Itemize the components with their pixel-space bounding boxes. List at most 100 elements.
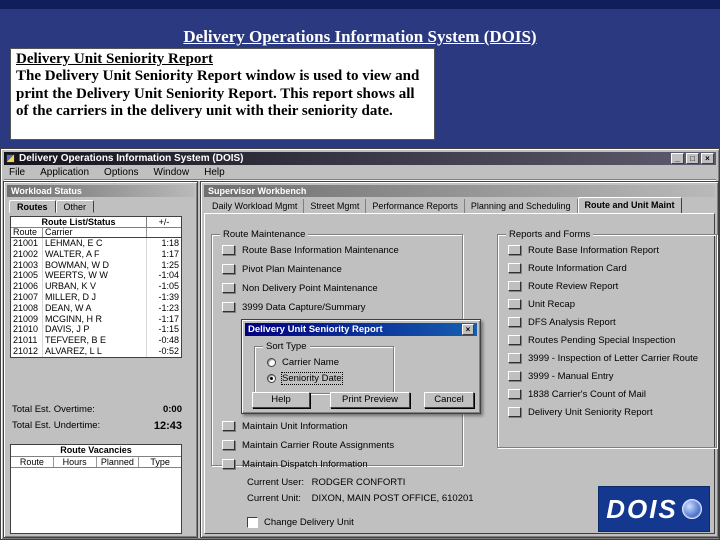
workload-tab[interactable]: Other [55,200,95,213]
item-button-icon[interactable] [222,283,235,293]
item-button-icon[interactable] [508,371,521,381]
workbench-tab[interactable]: Daily Workload Mgmt [206,199,305,214]
menu-item[interactable]: Help [204,167,225,178]
route-list-header-label[interactable]: Route List/Status [11,217,147,227]
workbench-item[interactable]: 1838 Carrier's Count of Mail [508,389,710,400]
menu-item[interactable]: Application [40,167,89,178]
dois-logo-text: DOIS [606,493,678,524]
cancel-button[interactable]: Cancel [424,392,474,408]
dialog-close-icon[interactable]: × [462,324,474,335]
route-row[interactable]: 21003 BOWMAN, W D 1:25 [11,259,181,271]
item-button-icon[interactable] [508,263,521,273]
carrier-name: LEHMAN, E C [43,238,147,249]
route-row[interactable]: 21002 WALTER, A F 1:17 [11,248,181,260]
route-maintenance-items: Route Base Information Maintenance Pivot… [212,245,462,321]
app-titlebar[interactable]: Delivery Operations Information System (… [4,152,716,165]
item-button-icon[interactable] [222,440,235,450]
print-preview-button[interactable]: Print Preview [330,392,410,408]
radio-label: Carrier Name [282,357,340,368]
item-button-icon[interactable] [222,264,235,274]
workbench-tab[interactable]: Planning and Scheduling [465,199,578,214]
workbench-item[interactable]: 3999 Data Capture/Summary [222,302,456,313]
help-button[interactable]: Help [252,392,310,408]
workbench-item[interactable]: Route Base Information Report [508,245,710,256]
workbench-item[interactable]: Route Information Card [508,263,710,274]
maximize-button[interactable]: □ [686,153,699,164]
current-unit-label: Current Unit: [247,493,301,504]
workbench-item[interactable]: Delivery Unit Seniority Report [508,407,710,418]
radio-icon[interactable] [267,358,276,367]
workbench-titlebar[interactable]: Supervisor Workbench [204,185,715,197]
radio-carrier-name[interactable]: Carrier Name [267,357,339,368]
menu-item[interactable]: File [9,167,25,178]
workbench-tab[interactable]: Performance Reports [366,199,465,214]
item-button-icon[interactable] [508,299,521,309]
change-unit-checkbox[interactable] [247,517,258,528]
route-row[interactable]: 21001 LEHMAN, E C 1:18 [11,238,181,249]
close-button[interactable]: × [701,153,714,164]
current-user-row: Current User: RODGER CONFORTI [247,477,405,488]
radio-seniority-date[interactable]: Seniority Date [267,372,343,385]
workbench-item[interactable]: Route Base Information Maintenance [222,245,456,256]
route-column-header[interactable]: Route [11,228,43,237]
delta-column-header[interactable]: +/- [147,217,181,227]
item-button-icon[interactable] [508,281,521,291]
route-number: 21003 [11,259,43,271]
radio-selected-icon[interactable] [267,374,276,383]
route-delta: -0:52 [158,345,179,356]
item-button-icon[interactable] [508,317,521,327]
route-row[interactable]: 21009 MCGINN, H R -1:17 [11,313,181,325]
workbench-tab[interactable]: Street Mgmt [304,199,367,214]
item-button-icon[interactable] [222,245,235,255]
workbench-item[interactable]: Maintain Unit Information [222,421,456,432]
route-vacancies-columns: Route Hours Planned Type [11,457,181,468]
workbench-item[interactable]: Maintain Carrier Route Assignments [222,440,456,451]
workbench-item[interactable]: Pivot Plan Maintenance [222,264,456,275]
vacancies-column-header[interactable]: Type [139,457,181,467]
workbench-item[interactable]: 3999 - Inspection of Letter Carrier Rout… [508,353,710,364]
undertime-label: Total Est. Undertime: [12,420,101,431]
workbench-tab[interactable]: Route and Unit Maint [577,197,682,214]
route-row[interactable]: 21008 DEAN, W A -1:23 [11,302,181,314]
carrier-name: DAVIS, J P [43,324,147,336]
workbench-item[interactable]: Unit Recap [508,299,710,310]
dialog-titlebar[interactable]: Delivery Unit Seniority Report × [245,323,477,336]
current-unit-row: Current Unit: DIXON, MAIN POST OFFICE, 6… [247,493,474,504]
route-row[interactable]: 21007 MILLER, D J -1:39 [11,291,181,303]
route-row[interactable]: 21006 URBAN, K V -1:05 [11,281,181,292]
route-row[interactable]: 21011 TEFVEER, B E -0:48 [11,335,181,346]
workbench-item[interactable]: Maintain Dispatch Information [222,459,456,470]
menu-item[interactable]: Window [154,167,190,178]
item-button-icon[interactable] [222,302,235,312]
change-delivery-unit[interactable]: Change Delivery Unit [247,517,354,528]
radio-label: Seniority Date [281,372,343,385]
item-button-icon[interactable] [222,421,235,431]
dois-logo: DOIS [598,486,710,532]
item-button-icon[interactable] [222,459,235,469]
item-button-icon[interactable] [508,245,521,255]
workbench-item[interactable]: Route Review Report [508,281,710,292]
workload-titlebar[interactable]: Workload Status [7,185,194,197]
carrier-column-header[interactable]: Carrier [43,228,147,237]
route-row[interactable]: 21012 ALVAREZ, L L -0:52 [11,345,181,357]
route-number: 21001 [11,238,43,249]
workbench-item[interactable]: 3999 - Manual Entry [508,371,710,382]
workbench-item[interactable]: DFS Analysis Report [508,317,710,328]
item-button-icon[interactable] [508,407,521,417]
item-button-icon[interactable] [508,353,521,363]
minimize-button[interactable]: _ [671,153,684,164]
route-list-columns: Route Carrier [11,228,181,238]
menu-item[interactable]: Options [104,167,138,178]
item-button-icon[interactable] [508,335,521,345]
route-row[interactable]: 21005 WEERTS, W W -1:04 [11,270,181,282]
workload-tab[interactable]: Routes [9,200,56,213]
workbench-item[interactable]: Routes Pending Special Inspection [508,335,710,346]
vacancies-column-header[interactable]: Route [11,457,54,467]
vacancies-column-header[interactable]: Hours [54,457,97,467]
workbench-item[interactable]: Non Delivery Point Maintenance [222,283,456,294]
item-button-icon[interactable] [508,389,521,399]
route-delta: -1:15 [158,324,179,335]
sort-type-label: Sort Type [263,341,310,352]
route-row[interactable]: 21010 DAVIS, J P -1:15 [11,324,181,336]
vacancies-column-header[interactable]: Planned [97,457,140,467]
